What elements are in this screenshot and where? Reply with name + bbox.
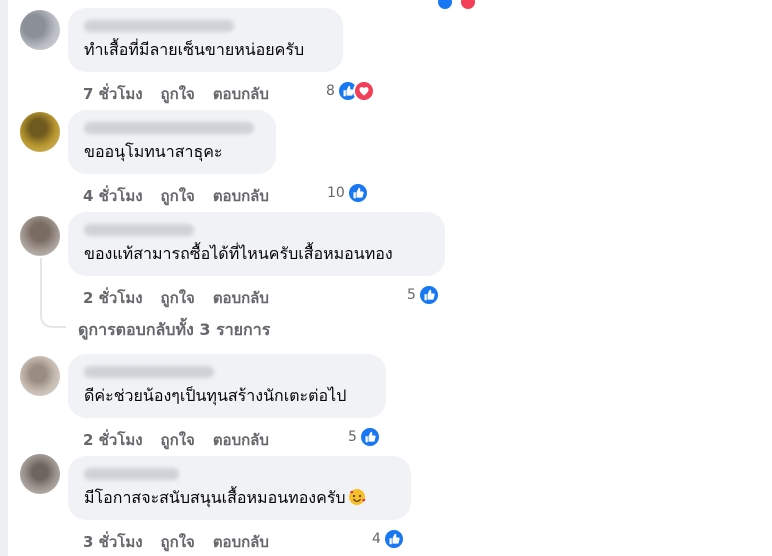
author-name-blurred[interactable] <box>84 122 254 134</box>
reply-button[interactable]: ตอบกลับ <box>213 428 269 452</box>
reaction-count: 10 <box>327 185 345 201</box>
avatar[interactable] <box>20 356 60 396</box>
timestamp[interactable]: 4 ชั่วโมง <box>83 184 143 208</box>
like-icon <box>358 426 381 448</box>
comment-text: ทำเสื้อที่มีลายเซ็นขายหน่อยครับ <box>84 40 305 59</box>
avatar[interactable] <box>20 112 60 152</box>
like-button[interactable]: ถูกใจ <box>161 286 195 310</box>
timestamp[interactable]: 7 ชั่วโมง <box>83 82 143 106</box>
comment-text: ดีค่ะช่วยน้องๆเป็นทุนสร้างนักเตะต่อไป <box>84 386 347 405</box>
thread-line <box>40 258 42 316</box>
author-name-blurred[interactable] <box>84 224 194 236</box>
reaction-summary[interactable]: 10 <box>327 182 369 204</box>
comment-actions: 2 ชั่วโมง ถูกใจ ตอบกลับ <box>83 286 287 310</box>
reply-button[interactable]: ตอบกลับ <box>213 530 269 554</box>
comment-text: ของแท้สามารถซื้อได้ที่ไหนครับเสื้อหมอนทอ… <box>84 244 393 263</box>
reaction-count: 5 <box>348 429 357 445</box>
comment-bubble: ทำเสื้อที่มีลายเซ็นขายหน่อยครับ <box>68 8 343 72</box>
previous-reactions <box>436 0 476 13</box>
view-replies-link[interactable]: ดูการตอบกลับทั้ง 3 รายการ <box>78 318 270 343</box>
like-icon <box>346 182 369 204</box>
comment-bubble: ดีค่ะช่วยน้องๆเป็นทุนสร้างนักเตะต่อไป <box>68 354 386 418</box>
like-button[interactable]: ถูกใจ <box>161 82 195 106</box>
comment-actions: 2 ชั่วโมง ถูกใจ ตอบกลับ <box>83 428 287 452</box>
reaction-summary[interactable]: 4 <box>372 528 405 550</box>
comment-text: มีโอกาสจะสนับสนุนเสื้อหมอนทองครับ <box>84 486 366 511</box>
thread-connector <box>40 312 66 328</box>
comment-actions: 3 ชั่วโมง ถูกใจ ตอบกลับ <box>83 530 287 554</box>
author-name-blurred[interactable] <box>84 20 234 32</box>
timestamp[interactable]: 2 ชั่วโมง <box>83 428 143 452</box>
like-icon <box>417 284 440 306</box>
comment-actions: 7 ชั่วโมง ถูกใจ ตอบกลับ <box>83 82 287 106</box>
reaction-summary[interactable]: 5 <box>407 284 440 306</box>
avatar[interactable] <box>20 454 60 494</box>
timestamp[interactable]: 2 ชั่วโมง <box>83 286 143 310</box>
love-icon <box>461 0 476 9</box>
comment-bubble: มีโอกาสจะสนับสนุนเสื้อหมอนทองครับ <box>68 456 411 520</box>
comment-actions: 4 ชั่วโมง ถูกใจ ตอบกลับ <box>83 184 287 208</box>
smiling-face-with-hearts-icon <box>348 488 366 510</box>
love-icon <box>352 80 375 102</box>
reaction-count: 8 <box>326 83 335 99</box>
reaction-count: 4 <box>372 531 381 547</box>
avatar[interactable] <box>20 216 60 256</box>
comment-bubble: ขออนุโมทนาสาธุคะ <box>68 110 276 174</box>
comment-text: ขออนุโมทนาสาธุคะ <box>84 142 223 161</box>
reply-button[interactable]: ตอบกลับ <box>213 184 269 208</box>
author-name-blurred[interactable] <box>84 468 179 480</box>
reaction-count: 5 <box>407 287 416 303</box>
reaction-summary[interactable]: 5 <box>348 426 381 448</box>
like-button[interactable]: ถูกใจ <box>161 428 195 452</box>
like-icon <box>382 528 405 550</box>
like-button[interactable]: ถูกใจ <box>161 184 195 208</box>
comment-bubble: ของแท้สามารถซื้อได้ที่ไหนครับเสื้อหมอนทอ… <box>68 212 445 276</box>
like-icon <box>438 0 452 9</box>
timestamp[interactable]: 3 ชั่วโมง <box>83 530 143 554</box>
reaction-summary[interactable]: 8 <box>326 80 375 102</box>
avatar[interactable] <box>20 10 60 50</box>
reply-button[interactable]: ตอบกลับ <box>213 286 269 310</box>
reply-button[interactable]: ตอบกลับ <box>213 82 269 106</box>
comment-text-content: มีโอกาสจะสนับสนุนเสื้อหมอนทองครับ <box>84 488 346 507</box>
author-name-blurred[interactable] <box>84 366 214 378</box>
left-edge <box>0 0 8 556</box>
like-button[interactable]: ถูกใจ <box>161 530 195 554</box>
